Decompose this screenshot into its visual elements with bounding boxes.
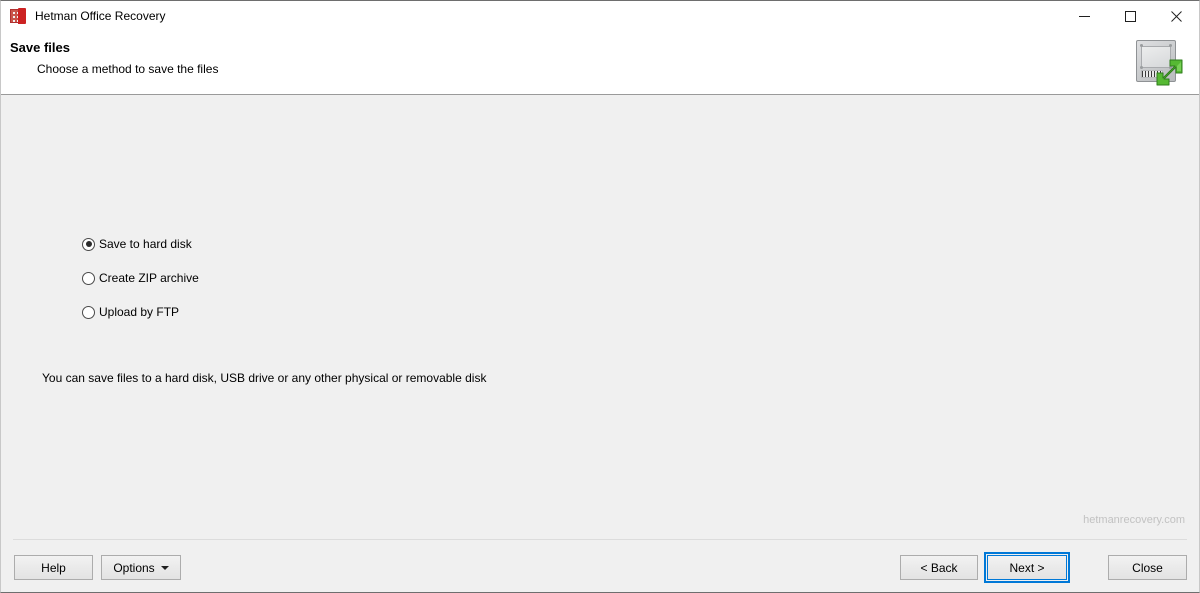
- options-button-label: Options: [113, 560, 155, 575]
- options-button[interactable]: Options: [101, 555, 181, 580]
- radio-label: Save to hard disk: [99, 237, 192, 251]
- radio-label: Upload by FTP: [99, 305, 180, 319]
- footer-bar: Help Options < Back Next > Close: [1, 539, 1199, 592]
- method-description: You can save files to a hard disk, USB d…: [42, 371, 487, 385]
- application-window: Hetman Office Recovery Save files Choose…: [0, 0, 1200, 593]
- minimize-icon: [1078, 15, 1090, 17]
- window-title: Hetman Office Recovery: [35, 9, 166, 23]
- page-subtitle: Choose a method to save the files: [37, 62, 219, 76]
- chevron-down-icon: [160, 565, 169, 570]
- radio-option-upload-by-ftp[interactable]: Upload by FTP: [82, 303, 199, 321]
- title-bar-left: Hetman Office Recovery: [1, 1, 166, 31]
- title-bar: Hetman Office Recovery: [1, 1, 1199, 31]
- watermark-url: hetmanrecovery.com: [1083, 514, 1185, 526]
- radio-indicator[interactable]: [82, 305, 95, 319]
- office-document-icon: [10, 8, 26, 24]
- radio-indicator[interactable]: [82, 271, 95, 285]
- close-wizard-button[interactable]: Close: [1108, 555, 1187, 580]
- radio-option-create-zip-archive[interactable]: Create ZIP archive: [82, 269, 199, 287]
- window-controls: [1061, 1, 1199, 31]
- save-method-radio-group: Save to hard disk Create ZIP archive Upl…: [82, 235, 199, 337]
- page-title: Save files: [10, 40, 70, 55]
- page-header: Save files Choose a method to save the f…: [1, 31, 1199, 95]
- maximize-icon: [1124, 10, 1136, 22]
- back-button[interactable]: < Back: [900, 555, 978, 580]
- content-area: Save to hard disk Create ZIP archive Upl…: [1, 95, 1199, 539]
- close-button[interactable]: [1153, 1, 1199, 31]
- minimize-button[interactable]: [1061, 1, 1107, 31]
- hard-disk-save-icon: [1131, 37, 1185, 87]
- maximize-button[interactable]: [1107, 1, 1153, 31]
- radio-label: Create ZIP archive: [99, 271, 199, 285]
- next-button[interactable]: Next >: [984, 552, 1070, 583]
- close-icon: [1170, 10, 1182, 22]
- radio-indicator[interactable]: [82, 237, 95, 251]
- help-button[interactable]: Help: [14, 555, 93, 580]
- green-arrow-icon: [1156, 59, 1183, 86]
- radio-option-save-to-hard-disk[interactable]: Save to hard disk: [82, 235, 199, 253]
- footer-separator: [13, 539, 1187, 540]
